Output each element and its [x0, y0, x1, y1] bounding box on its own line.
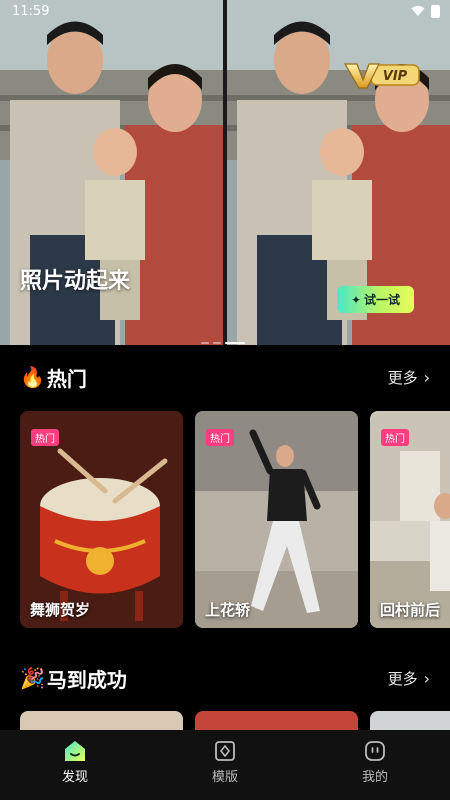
status-time: 11:59 — [12, 3, 50, 19]
hot-more-link[interactable]: 更多 › — [388, 367, 430, 388]
carousel-dot[interactable] — [201, 342, 209, 344]
more-label: 更多 — [387, 669, 418, 688]
nav-item-templates[interactable]: 模版 — [180, 740, 270, 785]
nav-label: 发现 — [61, 770, 88, 785]
try-button-label: 试一试 — [364, 293, 401, 307]
more-label: 更多 — [387, 368, 418, 387]
party-popper-icon: 🎉 — [20, 666, 45, 690]
carousel-dot[interactable] — [213, 342, 221, 344]
wifi-icon — [411, 5, 425, 16]
hot-card-list: 热门 舞狮贺岁 热门 上花轿 热门 回村前后 — [20, 411, 450, 628]
success-card[interactable] — [195, 711, 358, 731]
status-bar: 11:59 — [0, 0, 450, 22]
vip-badge: VIP — [343, 63, 420, 89]
hot-section-title-text: 热门 — [46, 366, 87, 391]
nav-label: 模版 — [211, 770, 238, 785]
success-section-title-text: 马到成功 — [46, 667, 127, 692]
success-section-title: 🎉 马到成功 — [20, 664, 127, 693]
nav-item-discover[interactable]: 发现 — [30, 740, 120, 785]
profile-icon — [365, 741, 385, 761]
card-title: 舞狮贺岁 — [30, 601, 91, 619]
carousel-indicator — [201, 342, 245, 344]
hot-card[interactable]: 热门 上花轿 — [195, 411, 358, 628]
chevron-right-icon: › — [423, 668, 430, 688]
hot-card[interactable]: 热门 回村前后 — [370, 411, 450, 628]
bottom-nav: 发现 模版 我的 — [0, 730, 450, 800]
battery-icon — [431, 4, 440, 18]
template-icon — [215, 741, 235, 761]
hot-section-title: 🔥 热门 — [20, 363, 87, 392]
hot-tag: 热门 — [206, 429, 234, 446]
carousel-dot-active[interactable] — [225, 342, 245, 344]
success-more-link[interactable]: 更多 › — [388, 668, 430, 689]
success-section-header: 🎉 马到成功 更多 › — [0, 663, 450, 693]
nav-item-profile[interactable]: 我的 — [330, 740, 420, 785]
discover-icon — [65, 741, 85, 761]
hot-card[interactable]: 热门 舞狮贺岁 — [20, 411, 183, 628]
success-card[interactable] — [370, 711, 450, 731]
try-button[interactable]: ✦ 试一试 — [337, 286, 414, 313]
fire-icon: 🔥 — [20, 365, 45, 389]
hot-tag: 热门 — [31, 429, 59, 446]
card-title: 回村前后 — [380, 601, 441, 619]
hot-section-header: 🔥 热门 更多 › — [0, 362, 450, 392]
card-title: 上花轿 — [205, 601, 251, 619]
success-card[interactable] — [20, 711, 183, 731]
hot-tag: 热门 — [381, 429, 409, 446]
sparkle-icon: ✦ — [350, 292, 362, 307]
success-card-list — [20, 711, 450, 731]
vip-label: VIP — [383, 69, 408, 84]
hero-banner[interactable]: 照片动起来 VIP ✦ 试一试 — [0, 0, 450, 345]
nav-label: 我的 — [361, 770, 388, 785]
hero-caption: 照片动起来 — [20, 269, 131, 294]
chevron-right-icon: › — [423, 367, 430, 387]
